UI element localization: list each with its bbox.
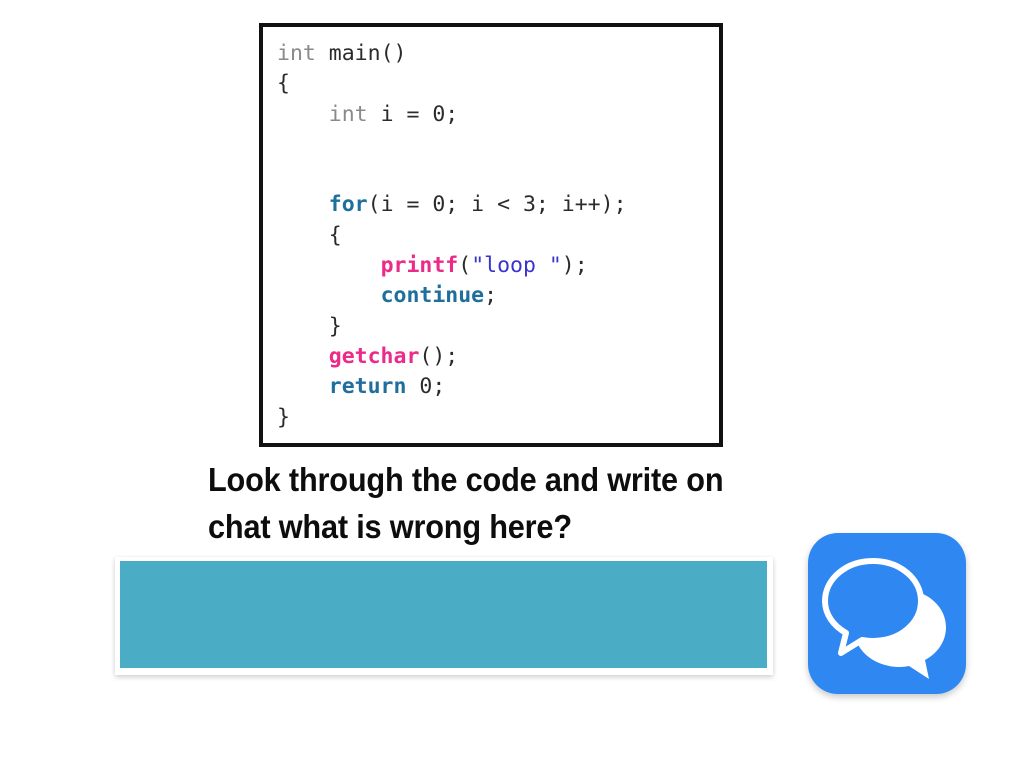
code-token-plain: (i = 0; i < 3; i++); [367, 192, 627, 218]
code-line: int i = 0; [277, 100, 719, 130]
code-token-plain: 0; [406, 374, 446, 400]
code-token-plain: { [328, 222, 342, 248]
code-line: printf("loop "); [277, 251, 719, 281]
code-token-type: int [277, 41, 316, 66]
code-line: { [277, 69, 719, 99]
code-token-fn: printf [380, 253, 459, 279]
code-listing: int main(){ int i = 0; for(i = 0; i < 3;… [263, 27, 719, 433]
prompt-line-1: Look through the code and write on [208, 461, 724, 498]
chat-answer-box[interactable] [120, 561, 767, 668]
code-token-kw: continue [380, 283, 485, 309]
code-token-plain: ); [561, 253, 588, 279]
code-token-plain: { [277, 71, 290, 97]
chat-bubbles-icon[interactable] [808, 533, 966, 694]
prompt-line-2: chat what is wrong here? [208, 508, 572, 545]
code-token-plain: (); [419, 343, 459, 369]
code-token-plain: ( [458, 253, 472, 279]
code-line: int main() [277, 39, 719, 69]
code-line: return 0; [277, 372, 719, 402]
prompt-text: Look through the code and write on chat … [208, 456, 822, 550]
code-token-type: int [328, 101, 368, 127]
code-token-kw: return [328, 374, 407, 400]
code-token-plain: } [277, 404, 290, 430]
code-line: } [277, 312, 719, 342]
chat-bubbles-glyph [822, 558, 946, 679]
code-token-plain: ; [484, 283, 498, 309]
code-token-plain: i = 0; [367, 101, 459, 127]
code-token-plain: main() [315, 41, 407, 66]
code-line: getchar(); [277, 342, 719, 372]
code-line: } [277, 403, 719, 433]
code-token-kw: for [328, 192, 368, 218]
code-token-fn: getchar [328, 343, 420, 369]
code-snippet-box: int main(){ int i = 0; for(i = 0; i < 3;… [259, 23, 723, 447]
code-line: for(i = 0; i < 3; i++); [277, 190, 719, 220]
code-line: { [277, 221, 719, 251]
code-line: continue; [277, 281, 719, 311]
code-token-str: "loop " [471, 253, 562, 279]
code-token-plain: } [328, 313, 342, 339]
